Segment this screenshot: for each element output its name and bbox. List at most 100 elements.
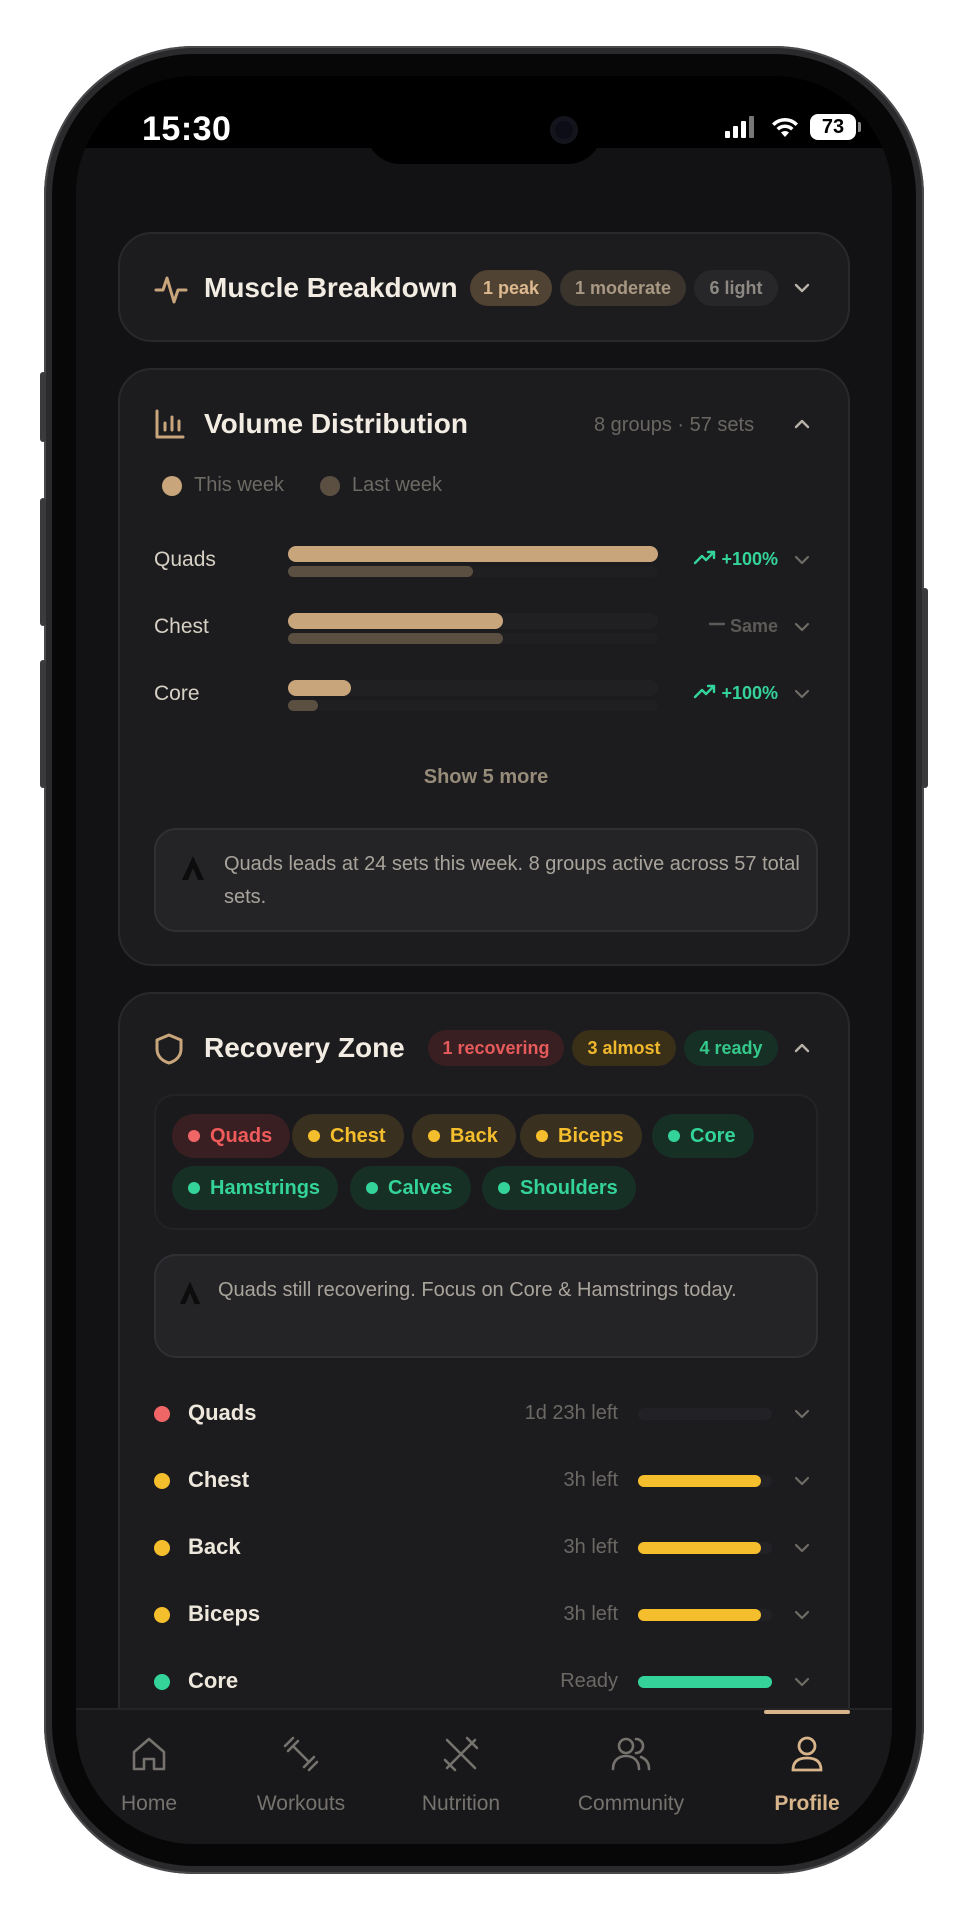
light-pill: 6 light [694,270,778,306]
recovery-row-chest[interactable]: Chest 3h left [120,1461,852,1501]
status-dot [428,1130,440,1142]
tab-home[interactable]: Home [76,1710,224,1840]
action-button [40,372,46,442]
tab-workouts-label: Workouts [256,1792,346,1815]
status-icons: 73 [725,114,861,140]
recovery-insight-box: Quads still recovering. Focus on Core & … [154,1254,818,1358]
tab-profile[interactable]: Profile [732,1710,882,1840]
legend-last-week-swatch [320,476,340,496]
brand-logo-icon [176,1278,204,1314]
dynamic-island [366,96,602,164]
volume-row[interactable]: Core +100% [120,670,852,720]
screen: Muscle Breakdown 1 peak 1 moderate 6 lig… [76,76,892,1844]
minus-icon [708,615,726,638]
status-dot [308,1130,320,1142]
volume-bar-this-week [288,613,503,629]
status-chip-biceps[interactable]: Biceps [520,1114,642,1158]
volume-summary: 8 groups · 57 sets [594,414,755,436]
trending-up-icon [693,548,717,571]
show-more-button[interactable]: Show 5 more [120,766,852,789]
recovery-time-left: 1d 23h left [524,1402,618,1424]
chevron-down-icon[interactable] [792,278,812,298]
recovery-row-biceps[interactable]: Biceps 3h left [120,1595,852,1635]
legend-this-week-swatch [162,476,182,496]
volume-bar-last-week [288,566,473,577]
chip-label: Hamstrings [210,1176,321,1199]
tab-community[interactable]: Community [546,1710,716,1840]
muscle-breakdown-title: Muscle Breakdown [204,272,458,303]
chevron-up-icon[interactable] [792,414,812,434]
legend-last-week-label: Last week [352,474,443,496]
chip-label: Core [690,1124,736,1147]
recovery-zone-title: Recovery Zone [204,1032,405,1063]
recovery-muscle-name: Chest [188,1467,250,1492]
chevron-down-icon[interactable] [792,617,812,637]
status-dot [498,1182,510,1194]
chevron-down-icon[interactable] [792,1471,812,1491]
status-chip-shoulders[interactable]: Shoulders [482,1166,636,1210]
volume-row-label: Chest [154,615,209,638]
trend-flat-delta: Same [708,615,778,638]
recovery-muscle-name: Biceps [188,1601,261,1626]
status-dot [154,1540,170,1556]
status-chip-core[interactable]: Core [652,1114,754,1158]
status-dot [154,1406,170,1422]
status-chip-hamstrings[interactable]: Hamstrings [172,1166,339,1210]
recovery-row-quads[interactable]: Quads 1d 23h left [120,1394,852,1434]
status-dot [154,1674,170,1690]
volume-row[interactable]: Quads +100% [120,536,852,586]
activity-icon [154,272,188,306]
users-icon [609,1732,653,1776]
recovery-row-core[interactable]: Core Ready [120,1662,852,1702]
delta-text: Same [729,616,778,636]
tab-workouts[interactable]: Workouts [226,1710,376,1840]
muscle-breakdown-card[interactable]: Muscle Breakdown 1 peak 1 moderate 6 lig… [118,232,850,342]
chip-label: Calves [388,1176,453,1199]
chevron-down-icon[interactable] [792,1672,812,1692]
volume-insight-box: Quads leads at 24 sets this week. 8 grou… [154,828,818,932]
wifi-icon [770,115,800,139]
recovery-progress-fill [638,1676,772,1688]
status-time: 15:30 [142,110,232,148]
chevron-down-icon[interactable] [792,1404,812,1424]
volume-bar-this-week [288,546,658,562]
volume-bar-last-week [288,633,503,644]
status-chip-back[interactable]: Back [412,1114,516,1158]
bar-chart-icon [154,408,186,440]
recovery-time-left: 3h left [563,1536,618,1558]
trend-up-delta: +100% [693,682,778,705]
delta-text: +100% [721,549,778,569]
delta-text: +100% [721,683,778,703]
legend-this-week-label: This week [194,474,285,496]
recovery-muscle-name: Back [188,1534,241,1559]
home-icon [127,1732,171,1776]
camera-icon [550,116,578,144]
recovery-time-left: Ready [560,1670,618,1692]
status-chip-calves[interactable]: Calves [350,1166,471,1210]
brand-logo-icon [178,852,208,890]
chevron-down-icon[interactable] [792,550,812,570]
recovery-progress-track [638,1408,772,1420]
volume-bar-last-track [288,700,658,711]
recovery-muscle-name: Quads [188,1400,257,1425]
volume-row[interactable]: Chest Same [120,603,852,653]
chevron-down-icon[interactable] [792,1605,812,1625]
recovery-time-left: 3h left [563,1469,618,1491]
status-chip-quads[interactable]: Quads [172,1114,291,1158]
chevron-up-icon[interactable] [792,1038,812,1058]
status-bar: 15:30 73 [76,76,892,164]
chevron-down-icon[interactable] [792,684,812,704]
cellular-signal-icon [725,116,754,138]
tab-nutrition[interactable]: Nutrition [386,1710,536,1840]
volume-distribution-card: Volume Distribution 8 groups · 57 sets T… [118,368,850,966]
chip-label: Quads [210,1124,273,1147]
muscle-status-chips: Quads Chest Back Biceps Core Hamstrings Calves… [154,1094,818,1230]
tab-home-label: Home [120,1792,178,1815]
status-dot [154,1473,170,1489]
volume-row-label: Quads [154,548,216,571]
status-chip-chest[interactable]: Chest [292,1114,404,1158]
status-dot [536,1130,548,1142]
chevron-down-icon[interactable] [792,1538,812,1558]
recovering-pill: 1 recovering [428,1030,564,1066]
recovery-row-back[interactable]: Back 3h left [120,1528,852,1568]
